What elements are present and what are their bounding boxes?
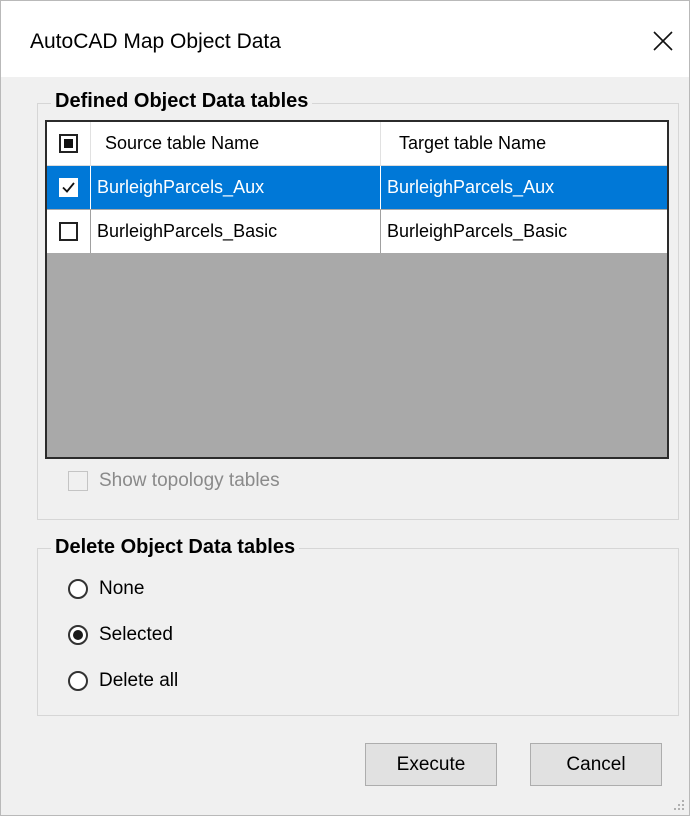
dialog-window: AutoCAD Map Object Data Defined Object D… — [0, 0, 690, 816]
execute-button[interactable]: Execute — [365, 743, 497, 786]
checkmark-icon — [62, 182, 75, 193]
source-table-cell[interactable]: BurleighParcels_Basic — [91, 210, 381, 253]
close-icon — [653, 31, 673, 51]
radio-selected-dot — [73, 630, 83, 640]
radio-delete-all[interactable] — [68, 671, 88, 691]
indeterminate-icon — [64, 139, 73, 148]
show-topology-label: Show topology tables — [99, 470, 280, 491]
object-data-grid[interactable]: Source table Name Target table Name Burl… — [45, 120, 669, 459]
row-checkbox-cell[interactable] — [47, 166, 91, 209]
radio-none-label[interactable]: None — [99, 578, 144, 600]
radio-selected[interactable] — [68, 625, 88, 645]
select-all-cell[interactable] — [47, 122, 91, 165]
title-bar: AutoCAD Map Object Data — [1, 1, 689, 77]
resize-grip-icon[interactable] — [673, 799, 685, 811]
row-checkbox-cell[interactable] — [47, 210, 91, 253]
target-table-cell[interactable]: BurleighParcels_Basic — [381, 210, 667, 253]
radio-selected-label[interactable]: Selected — [99, 624, 173, 646]
radio-delete-all-label[interactable]: Delete all — [99, 670, 178, 692]
column-header-source[interactable]: Source table Name — [91, 122, 381, 165]
table-row[interactable]: BurleighParcels_Basic BurleighParcels_Ba… — [47, 210, 667, 253]
grid-header-row: Source table Name Target table Name — [47, 122, 667, 166]
defined-tables-group-title: Defined Object Data tables — [51, 90, 313, 113]
show-topology-checkbox[interactable] — [68, 471, 88, 491]
delete-tables-group-title: Delete Object Data tables — [51, 536, 300, 559]
select-all-checkbox[interactable] — [59, 134, 78, 153]
target-table-cell[interactable]: BurleighParcels_Aux — [381, 166, 667, 209]
window-title: AutoCAD Map Object Data — [30, 30, 281, 53]
close-button[interactable] — [641, 19, 685, 63]
table-row[interactable]: BurleighParcels_Aux BurleighParcels_Aux — [47, 166, 667, 209]
row-checkbox[interactable] — [59, 222, 78, 241]
row-checkbox[interactable] — [59, 178, 78, 197]
column-header-target[interactable]: Target table Name — [381, 122, 667, 165]
source-table-cell[interactable]: BurleighParcels_Aux — [91, 166, 381, 209]
radio-none[interactable] — [68, 579, 88, 599]
cancel-button[interactable]: Cancel — [530, 743, 662, 786]
